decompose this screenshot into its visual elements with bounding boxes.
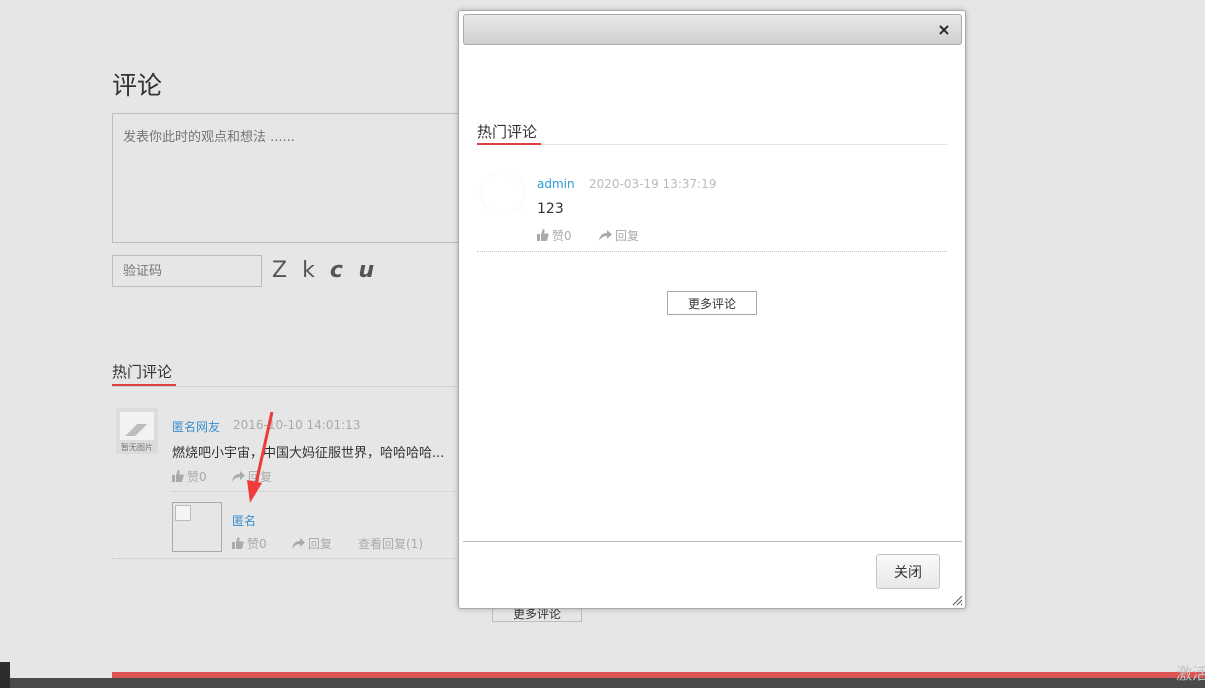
dialog-comment-user-link[interactable]: admin: [537, 177, 575, 191]
like-count: 赞0: [187, 470, 207, 484]
thumbs-up-icon: [232, 537, 244, 549]
sub-like-button[interactable]: 赞0: [232, 535, 267, 552]
footer-dark-bar: [0, 678, 1205, 688]
hot-comments-divider: [112, 386, 462, 387]
dialog-like-button[interactable]: 赞0: [537, 227, 572, 244]
footer-left-block: [0, 662, 10, 688]
dialog-comment-content: 123: [537, 201, 564, 217]
reply-button[interactable]: 回复: [232, 468, 272, 485]
avatar: 暂无图片: [116, 408, 158, 454]
dialog-close-button[interactable]: 关闭: [876, 554, 940, 589]
dialog-more-comments-button[interactable]: 更多评论: [667, 291, 757, 315]
resize-handle-icon[interactable]: [951, 594, 963, 606]
captcha-text-bold: c u: [329, 258, 379, 283]
page: 评论 Z k c u 热门评论 暂无图片 匿名网友 2016-10-10 14:…: [0, 0, 1205, 688]
comment-dialog: × 热门评论 admin 2020-03-19 13:37:19 123 赞0 …: [458, 10, 966, 609]
thumbs-up-icon: [537, 229, 549, 241]
hot-comments-underline: [112, 384, 176, 386]
dialog-footer-divider: [463, 541, 962, 542]
comment-section-title: 评论: [112, 71, 163, 100]
sub-reply-label: 回复: [308, 537, 333, 551]
comment-content: 燃烧吧小宇宙，中国大妈征服世界，哈哈哈哈...: [172, 446, 445, 461]
reply-arrow-icon: [232, 471, 245, 482]
captcha-image[interactable]: Z k c u: [272, 258, 378, 283]
image-placeholder-icon: [120, 412, 154, 440]
captcha-text-plain: Z k: [272, 258, 330, 283]
sub-reply-button[interactable]: 回复: [292, 535, 332, 552]
dialog-comment-divider: [477, 251, 947, 252]
avatar-caption: 暂无图片: [121, 443, 153, 452]
reply-arrow-icon: [292, 538, 305, 549]
reply-label: 回复: [248, 470, 273, 484]
reply-arrow-icon: [599, 230, 612, 241]
dialog-reply-button[interactable]: 回复: [599, 227, 639, 244]
thumbs-up-icon: [172, 470, 184, 482]
comment-user-link[interactable]: 匿名网友: [172, 418, 220, 435]
like-button[interactable]: 赞0: [172, 468, 207, 485]
sub-comment-user-link[interactable]: 匿名: [232, 512, 256, 529]
dialog-titlebar[interactable]: ×: [463, 14, 962, 45]
sub-like-count: 赞0: [247, 537, 267, 551]
dialog-like-count: 赞0: [552, 229, 572, 243]
dialog-hot-comments-divider: [477, 144, 947, 145]
hot-comments-title: 热门评论: [112, 363, 173, 381]
comment-bottom-divider: [112, 558, 462, 559]
sub-comment-divider: [172, 491, 462, 492]
dialog-comment-time: 2020-03-19 13:37:19: [589, 177, 717, 191]
dialog-reply-label: 回复: [615, 229, 640, 243]
captcha-input[interactable]: [112, 255, 262, 287]
dialog-hot-comments-title: 热门评论: [477, 123, 538, 141]
comment-time: 2016-10-10 14:01:13: [233, 418, 361, 432]
activation-watermark: 激活: [1176, 664, 1205, 683]
view-replies-link[interactable]: 查看回复(1): [358, 535, 423, 552]
avatar: [479, 171, 527, 215]
broken-image-icon: [172, 502, 222, 552]
close-icon[interactable]: ×: [935, 21, 953, 39]
dialog-hot-comments-underline: [477, 143, 541, 145]
